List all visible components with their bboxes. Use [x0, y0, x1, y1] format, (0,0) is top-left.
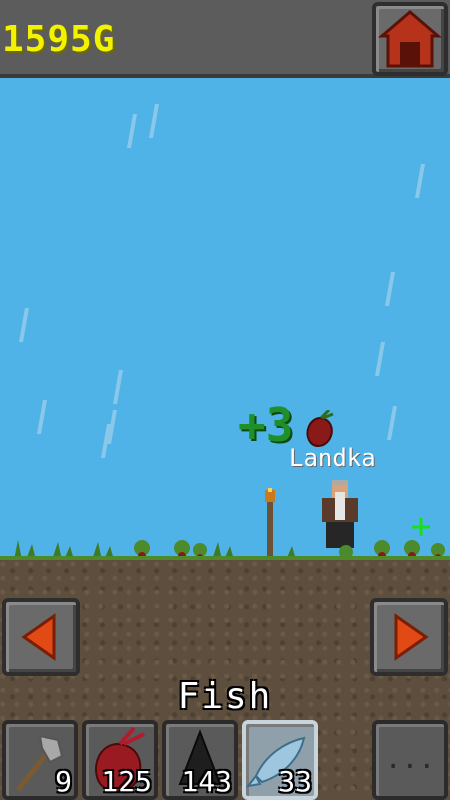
inventory-slot-fish[interactable]: 33	[242, 720, 318, 800]
action-label: Fish	[177, 676, 273, 717]
raindrop	[387, 406, 397, 440]
inventory-slot-stone[interactable]: 143	[162, 720, 238, 800]
raindrop	[385, 272, 395, 306]
home-button[interactable]	[372, 2, 448, 76]
more-label: ...	[384, 742, 436, 775]
raindrop	[19, 308, 29, 342]
menu-button[interactable]: ...	[372, 720, 448, 800]
raindrop	[113, 370, 123, 404]
top-bar: 1595G	[0, 0, 450, 78]
raindrop	[415, 164, 425, 198]
raindrop	[375, 342, 385, 376]
slot-count: 33	[278, 765, 312, 798]
npc-name-label: Landka	[289, 444, 376, 472]
house-icon	[377, 10, 443, 68]
move-left-button[interactable]	[2, 598, 80, 676]
inventory-slot-axe[interactable]: 9	[2, 720, 78, 800]
inventory-slot-beet[interactable]: 125	[82, 720, 158, 800]
raindrop	[37, 400, 47, 434]
move-right-button[interactable]	[370, 598, 448, 676]
slot-count: 143	[181, 765, 232, 798]
gain-popup-text: +3	[238, 398, 294, 452]
arrow-right-icon	[394, 613, 429, 661]
game-sky	[0, 78, 450, 560]
gold-counter: 1595G	[2, 19, 116, 60]
slot-count: 125	[101, 765, 152, 798]
raindrop	[127, 114, 137, 148]
slot-count: 9	[55, 765, 72, 798]
arrow-left-icon	[21, 613, 56, 661]
raindrop	[149, 104, 159, 138]
